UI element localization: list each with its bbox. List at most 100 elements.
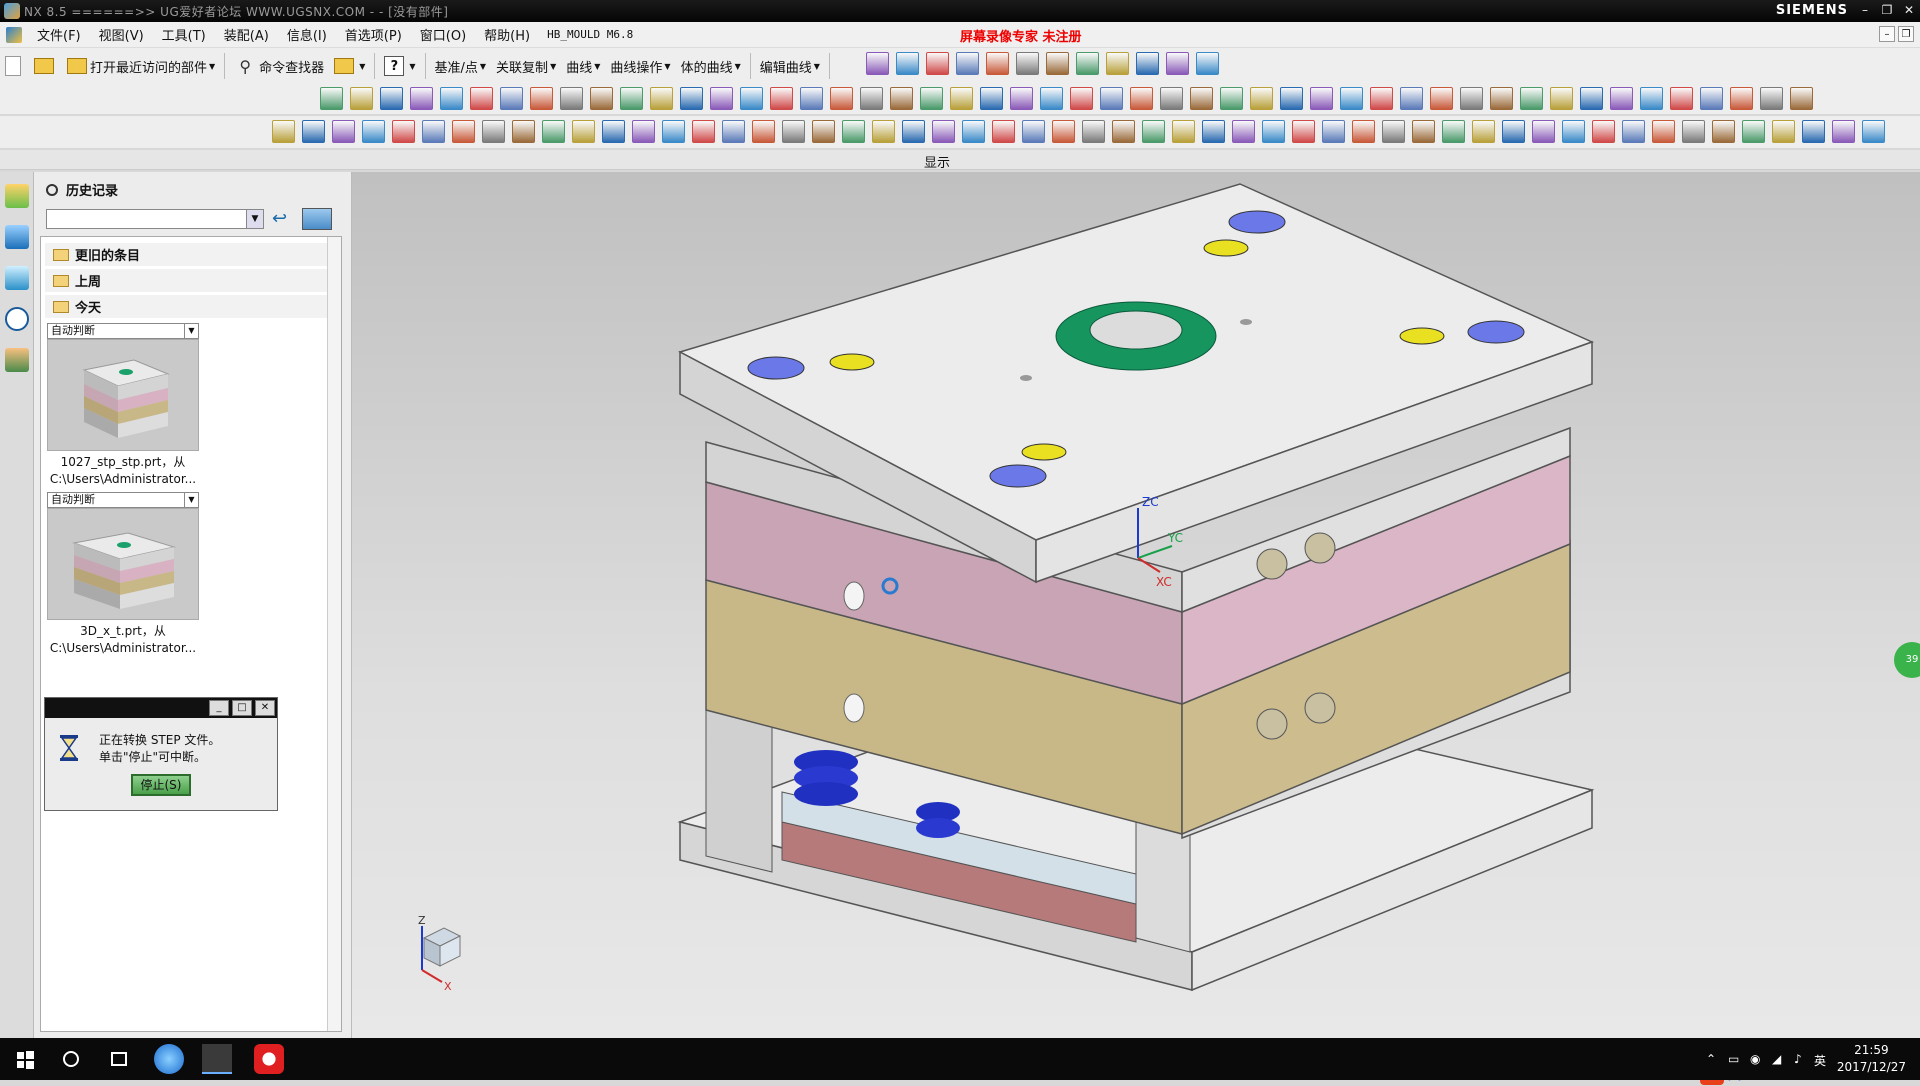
menu-view[interactable]: 视图(V) xyxy=(90,25,153,44)
tool-icon[interactable] xyxy=(1016,52,1039,75)
tool-icon[interactable] xyxy=(896,52,919,75)
tool-icon[interactable] xyxy=(1136,52,1159,75)
tool-icon[interactable] xyxy=(1640,87,1663,110)
tool-icon[interactable] xyxy=(1490,87,1513,110)
network-icon[interactable]: ◢ xyxy=(1772,1052,1786,1066)
tool-icon[interactable] xyxy=(302,120,325,143)
tool-icon[interactable] xyxy=(980,87,1003,110)
tool-icon[interactable] xyxy=(1532,120,1555,143)
tool-icon[interactable] xyxy=(272,120,295,143)
tool-icon[interactable] xyxy=(1190,87,1213,110)
tool-icon[interactable] xyxy=(902,120,925,143)
tool-icon[interactable] xyxy=(632,120,655,143)
thumbnail-view-icon[interactable] xyxy=(302,208,332,230)
tool-icon[interactable] xyxy=(1106,52,1129,75)
tool-icon[interactable] xyxy=(1202,120,1225,143)
tool-icon[interactable] xyxy=(1310,87,1333,110)
tool-icon[interactable] xyxy=(590,87,613,110)
menu-window[interactable]: 窗口(O) xyxy=(411,25,475,44)
tool-icon[interactable] xyxy=(770,87,793,110)
tool-icon[interactable] xyxy=(1652,120,1675,143)
dialog-titlebar[interactable]: _ □ ✕ xyxy=(45,698,277,718)
tool-icon[interactable] xyxy=(1580,87,1603,110)
search-icon[interactable] xyxy=(56,1044,86,1074)
tool-icon[interactable] xyxy=(1412,120,1435,143)
menu-tools[interactable]: 工具(T) xyxy=(153,25,215,44)
tool-icon[interactable] xyxy=(692,120,715,143)
menu-hb-mould[interactable]: HB_MOULD M6.8 xyxy=(539,28,641,41)
tool-icon[interactable] xyxy=(392,120,415,143)
tool-icon[interactable] xyxy=(800,87,823,110)
part-thumbnail[interactable] xyxy=(47,508,199,620)
nx-task-icon[interactable] xyxy=(202,1044,232,1074)
tool-icon[interactable] xyxy=(422,120,445,143)
history-filter-dropdown[interactable]: ▼ xyxy=(46,209,264,229)
tool-icon[interactable] xyxy=(1772,120,1795,143)
tool-icon[interactable] xyxy=(380,87,403,110)
tool-icon[interactable] xyxy=(332,120,355,143)
volume-icon[interactable]: ♪ xyxy=(1794,1052,1808,1066)
tool-icon[interactable] xyxy=(1832,120,1855,143)
qq-icon[interactable]: ◉ xyxy=(1750,1052,1764,1066)
tool-icon[interactable] xyxy=(1322,120,1345,143)
dialog-close-button[interactable]: ✕ xyxy=(255,700,275,716)
datum-point-menu[interactable]: 基准/点 ▼ xyxy=(430,51,492,81)
tool-icon[interactable] xyxy=(956,52,979,75)
tool-icon[interactable] xyxy=(1076,52,1099,75)
help-button[interactable]: ? ▼ xyxy=(379,51,420,81)
tool-icon[interactable] xyxy=(500,87,523,110)
tool-icon[interactable] xyxy=(350,87,373,110)
tool-icon[interactable] xyxy=(920,87,943,110)
tool-icon[interactable] xyxy=(1370,87,1393,110)
maximize-button[interactable]: ❐ xyxy=(1876,0,1898,20)
tool-icon[interactable] xyxy=(1400,87,1423,110)
tool-icon[interactable] xyxy=(1760,87,1783,110)
tool-icon[interactable] xyxy=(1502,120,1525,143)
tool-icon[interactable] xyxy=(1790,87,1813,110)
tool-icon[interactable] xyxy=(1010,87,1033,110)
tool-icon[interactable] xyxy=(1862,120,1885,143)
menu-assembly[interactable]: 装配(A) xyxy=(215,25,278,44)
stop-button[interactable]: 停止(S) xyxy=(131,774,191,796)
tool-icon[interactable] xyxy=(710,87,733,110)
recent-parts-button[interactable]: 打开最近访问的部件 ▼ xyxy=(62,51,220,81)
back-arrow-icon[interactable]: ↩ xyxy=(272,209,294,229)
tool-icon[interactable] xyxy=(1070,87,1093,110)
tool-icon[interactable] xyxy=(722,120,745,143)
tool-icon[interactable] xyxy=(1562,120,1585,143)
nx-menu-icon[interactable] xyxy=(6,26,22,43)
load-mode-dropdown[interactable]: 自动判断 ▼ xyxy=(47,323,199,339)
chevron-up-icon[interactable]: ⌃ xyxy=(1706,1052,1720,1066)
mdi-close-button[interactable]: ❐ xyxy=(1898,26,1914,42)
tool-icon[interactable] xyxy=(482,120,505,143)
constraint-navigator-icon[interactable] xyxy=(5,225,29,249)
group-older[interactable]: 更旧的条目 xyxy=(45,243,331,267)
tool-icon[interactable] xyxy=(1112,120,1135,143)
tool-icon[interactable] xyxy=(740,87,763,110)
body-curve-menu[interactable]: 体的曲线 ▼ xyxy=(676,51,746,81)
tool-icon[interactable] xyxy=(440,87,463,110)
tool-icon[interactable] xyxy=(1550,87,1573,110)
command-finder-button[interactable]: ⚲ 命令查找器 xyxy=(229,51,329,81)
menu-preferences[interactable]: 首选项(P) xyxy=(336,25,411,44)
history-scrollbar[interactable] xyxy=(327,237,341,1031)
folder-dropdown-button[interactable]: ▼ xyxy=(329,51,370,81)
tool-icon[interactable] xyxy=(1670,87,1693,110)
tool-icon[interactable] xyxy=(782,120,805,143)
tool-icon[interactable] xyxy=(1250,87,1273,110)
tool-icon[interactable] xyxy=(1160,87,1183,110)
curve-ops-menu[interactable]: 曲线操作 ▼ xyxy=(605,51,675,81)
tool-icon[interactable] xyxy=(320,87,343,110)
tool-icon[interactable] xyxy=(926,52,949,75)
history-clock-icon[interactable] xyxy=(5,307,29,331)
tool-icon[interactable] xyxy=(1052,120,1075,143)
tool-icon[interactable] xyxy=(1700,87,1723,110)
tool-icon[interactable] xyxy=(1142,120,1165,143)
tool-icon[interactable] xyxy=(1040,87,1063,110)
tool-icon[interactable] xyxy=(1172,120,1195,143)
edit-curve-menu[interactable]: 编辑曲线 ▼ xyxy=(755,51,825,81)
tool-icon[interactable] xyxy=(1622,120,1645,143)
tool-icon[interactable] xyxy=(572,120,595,143)
tool-icon[interactable] xyxy=(662,120,685,143)
tool-icon[interactable] xyxy=(1520,87,1543,110)
